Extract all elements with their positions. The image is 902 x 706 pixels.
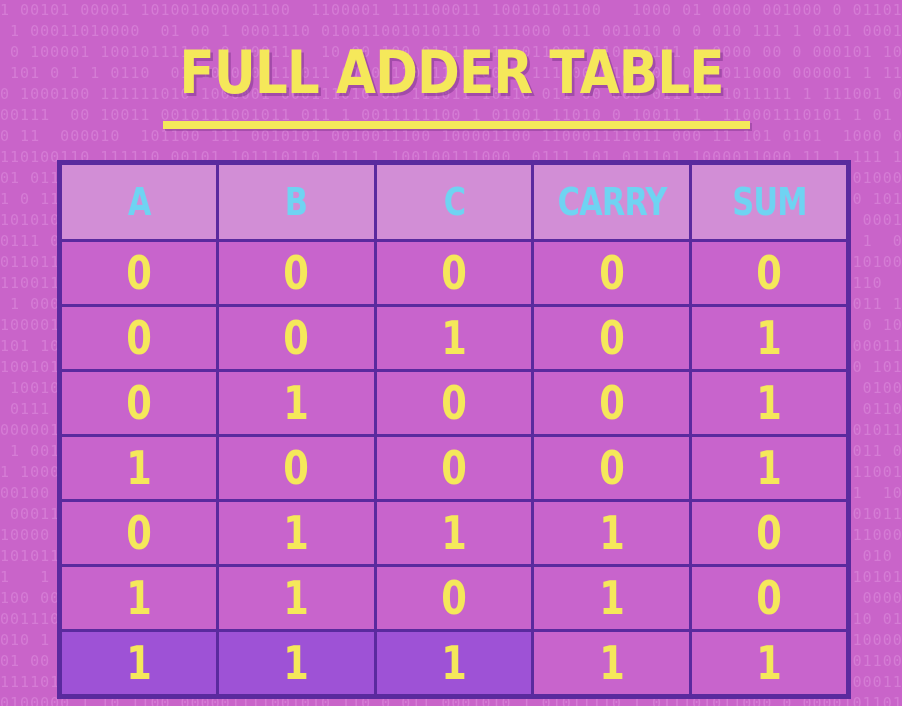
table-row: 1 0 0 0 1 [58,434,850,502]
table-cell: 1 [531,564,693,632]
table-cell: 1 [689,434,850,502]
table-cell-highlighted: 1 [58,629,219,698]
table-cell: 0 [689,499,850,567]
header-cell-sum: SUM [689,161,850,242]
page-title: FULL ADDER TABLE [179,38,724,108]
table-row: 0 0 1 0 1 [58,304,850,372]
title-underline [163,121,750,129]
table-cell: 0 [373,564,535,632]
table-cell: 0 [689,239,850,307]
table-row: 1 1 0 1 0 [58,564,850,632]
table-cell: 1 [373,304,535,372]
table-cell: 1 [373,499,535,567]
table-cell: 0 [58,239,219,307]
table-cell: 0 [215,304,377,372]
table-cell: 1 [689,304,850,372]
table-cell: 1 [531,499,693,567]
table-row: 0 1 1 1 0 [58,499,850,567]
table-cell: 0 [215,239,377,307]
table-row: 1 1 1 1 1 [58,629,850,698]
truth-table-container: A B C CARRY SUM 0 0 0 0 0 0 0 1 0 1 0 1 … [57,160,851,699]
table-cell: 0 [215,434,377,502]
table-header-row: A B C CARRY SUM [58,161,850,242]
table-cell: 1 [58,564,219,632]
table-cell: 0 [531,434,693,502]
table-row: 0 0 0 0 0 [58,239,850,307]
table-cell: 1 [531,629,693,698]
table-cell: 0 [58,499,219,567]
table-cell: 0 [531,369,693,437]
table-cell: 1 [689,369,850,437]
header-cell-c: C [373,161,535,242]
table-cell-highlighted: 1 [373,629,535,698]
table-cell: 0 [58,304,219,372]
table-cell: 1 [215,369,377,437]
table-cell: 0 [373,369,535,437]
table-cell: 1 [215,564,377,632]
table-cell: 0 [58,369,219,437]
table-cell: 1 [215,499,377,567]
table-row: 0 1 0 0 1 [58,369,850,437]
table-cell: 0 [531,304,693,372]
table-cell: 0 [373,239,535,307]
table-cell-highlighted: 1 [215,629,377,698]
header-cell-carry: CARRY [531,161,693,242]
table-cell: 0 [689,564,850,632]
full-adder-truth-table: A B C CARRY SUM 0 0 0 0 0 0 0 1 0 1 0 1 … [57,160,851,699]
table-cell: 1 [689,629,850,698]
header-cell-b: B [215,161,377,242]
header-cell-a: A [58,161,219,242]
table-cell: 0 [373,434,535,502]
table-cell: 0 [531,239,693,307]
table-cell: 1 [58,434,219,502]
